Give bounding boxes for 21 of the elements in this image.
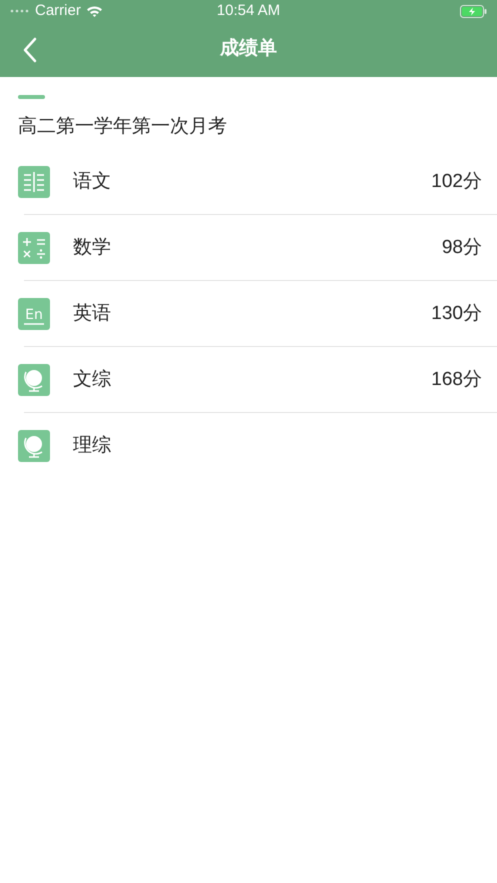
accent-bar (18, 95, 45, 99)
subject-score: 168分 (431, 368, 482, 392)
exam-title: 高二第一学年第一次月考 (18, 115, 228, 139)
subject-name: 理综 (73, 434, 112, 458)
wifi-icon (86, 5, 103, 18)
signal-icon (10, 9, 30, 14)
subject-name: 数学 (73, 236, 112, 260)
subject-name: 英语 (73, 302, 112, 326)
carrier-name: Carrier (35, 1, 81, 21)
book-icon (18, 166, 50, 198)
status-time: 10:54 AM (216, 1, 280, 21)
math-symbols-icon (18, 232, 50, 264)
subject-score: 98分 (442, 236, 482, 260)
subject-name: 语文 (73, 170, 112, 194)
letters-icon: En (18, 298, 50, 330)
page-title: 成绩单 (220, 37, 277, 62)
subject-score: 102分 (431, 170, 482, 194)
subject-name: 文综 (73, 368, 112, 392)
globe-icon (18, 364, 50, 396)
globe-icon (18, 430, 50, 462)
subject-score: 130分 (431, 302, 482, 326)
